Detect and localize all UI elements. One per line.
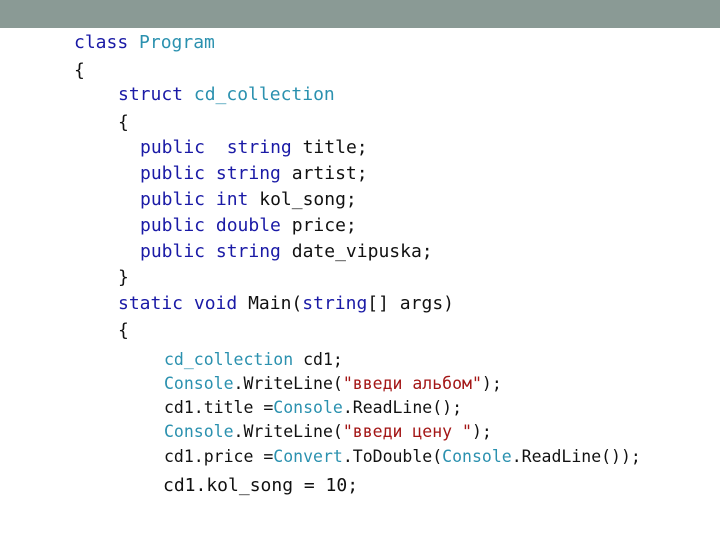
- field-name: date_vipuska;: [291, 241, 433, 262]
- code-line-field-title: public string title;: [140, 139, 368, 157]
- keyword: string: [215, 241, 281, 262]
- keyword: int: [215, 189, 249, 210]
- method-call: .ReadLine());: [511, 447, 641, 466]
- code-line-field-artist: public string artist;: [140, 165, 368, 183]
- field-name: price;: [291, 215, 357, 236]
- field-name: title;: [302, 137, 368, 158]
- keyword: static: [118, 293, 184, 314]
- punctuation: );: [481, 374, 502, 393]
- code-line-field-date-vipuska: public string date_vipuska;: [140, 243, 433, 261]
- code-block: class Program { struct cd_collection { p…: [0, 28, 720, 540]
- method-call: .ToDouble(: [342, 447, 443, 466]
- type-name: Console: [442, 447, 512, 466]
- code-line-main-signature: static void Main(string[] args): [118, 295, 454, 313]
- code-line-writeline-price: Console.WriteLine("введи цену ");: [164, 422, 492, 441]
- field-name: kol_song;: [259, 189, 357, 210]
- code-line-struct: struct cd_collection: [118, 86, 335, 104]
- field-name: artist;: [291, 163, 368, 184]
- code-line-field-price: public double price;: [140, 217, 357, 235]
- type-name: cd_collection: [193, 84, 335, 105]
- keyword: void: [193, 293, 238, 314]
- punctuation: );: [471, 422, 492, 441]
- type-name: Console: [164, 422, 234, 441]
- keyword: string: [302, 293, 368, 314]
- keyword: public: [140, 137, 206, 158]
- code-line-field-kol-song: public int kol_song;: [140, 191, 357, 209]
- method-call: .ReadLine();: [342, 398, 463, 417]
- code-line-struct-close-brace: }: [118, 267, 129, 288]
- keyword: struct: [118, 84, 184, 105]
- assignment: cd1.price =: [164, 447, 274, 466]
- code-line-declare-cd1: cd_collection cd1;: [164, 350, 343, 369]
- keyword: public: [140, 189, 206, 210]
- type-name: Program: [139, 32, 215, 53]
- type-name: Console: [273, 398, 343, 417]
- slide-top-bar: [0, 0, 720, 28]
- keyword: string: [226, 137, 292, 158]
- type-name: cd_collection: [164, 350, 294, 369]
- assignment: cd1.title =: [164, 398, 274, 417]
- params: [] args): [367, 293, 454, 314]
- method-call: .WriteLine(: [233, 374, 343, 393]
- type-name: Console: [164, 374, 234, 393]
- type-name: Convert: [273, 447, 343, 466]
- variable: cd1;: [293, 350, 343, 369]
- method-call: .WriteLine(: [233, 422, 343, 441]
- keyword: class: [74, 32, 129, 53]
- keyword: public: [140, 241, 206, 262]
- code-line-struct-open-brace: {: [118, 112, 129, 133]
- keyword: string: [215, 163, 281, 184]
- string-literal: "введи альбом": [342, 374, 482, 393]
- string-literal: "введи цену ": [342, 422, 472, 441]
- code-line-writeline-album: Console.WriteLine("введи альбом");: [164, 374, 502, 393]
- code-line-class: class Program: [74, 34, 215, 52]
- code-line-read-price: cd1.price =Convert.ToDouble(Console.Read…: [164, 447, 641, 466]
- code-line-open-brace: {: [74, 60, 85, 81]
- keyword: public: [140, 163, 206, 184]
- keyword: double: [215, 215, 281, 236]
- code-line-main-open-brace: {: [118, 320, 129, 341]
- keyword: public: [140, 215, 206, 236]
- method-name: Main(: [248, 293, 303, 314]
- code-line-read-title: cd1.title =Console.ReadLine();: [164, 398, 463, 417]
- code-line-assign-kol-song: cd1.kol_song = 10;: [163, 475, 359, 496]
